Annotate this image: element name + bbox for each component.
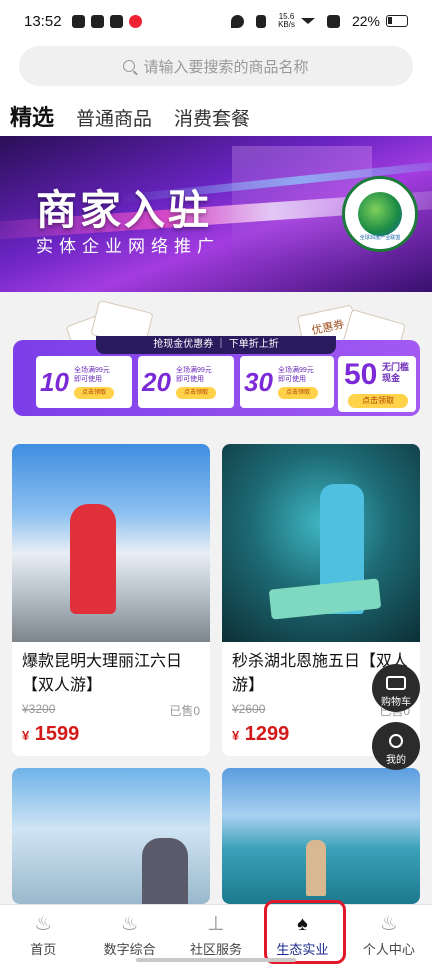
coupon-30[interactable]: 30 全场满99元 即可使用 点击领取 xyxy=(240,356,334,408)
original-price: ¥2600 xyxy=(232,702,266,716)
product-image xyxy=(222,768,420,904)
coupon-20[interactable]: 20 全场满99元 即可使用 点击领取 xyxy=(138,356,234,408)
coupon-10[interactable]: 10 全场满99元 即可使用 点击领取 xyxy=(36,356,132,408)
coupon-50[interactable]: 50 无门槛 现金 点击领取 xyxy=(338,356,416,412)
profile-icon: ♨ xyxy=(379,913,398,935)
coupon-info: 全场满99元 即可使用 点击领取 xyxy=(74,366,114,399)
product-price: ¥ 1599 xyxy=(22,723,80,745)
coupon-amount: 30 xyxy=(244,366,273,397)
nav-community[interactable]: ⊥ 社区服务 xyxy=(173,905,259,964)
coupon-amount: 20 xyxy=(142,366,171,397)
mine-button[interactable]: 我的 xyxy=(372,722,420,770)
cart-button[interactable]: 购物车 xyxy=(372,664,420,712)
search-icon xyxy=(123,60,136,72)
nav-home[interactable]: ♨ 首页 xyxy=(0,905,86,964)
banner-title: 商家入驻 xyxy=(36,187,212,233)
tab-featured[interactable]: 精选 xyxy=(10,100,54,132)
coupon-info: 无门槛 现金 xyxy=(382,362,410,383)
battery-percent: 22% xyxy=(351,13,380,29)
coupon-amount: 50 xyxy=(344,358,378,391)
badge-label: 全球30度产业联盟 xyxy=(359,235,401,241)
product-image-figure xyxy=(142,838,188,904)
link-icon xyxy=(109,14,123,28)
coupon-info: 全场满99元 即可使用 点击领取 xyxy=(278,366,318,399)
globe-icon xyxy=(358,192,402,236)
wifi-icon xyxy=(300,18,315,24)
claim-coupon-button[interactable]: 点击领取 xyxy=(176,386,216,399)
coupon-info: 全场满99元 即可使用 点击领取 xyxy=(176,366,216,399)
coupon-amount: 10 xyxy=(40,366,69,397)
person-icon xyxy=(389,734,403,748)
location-icon xyxy=(231,14,245,28)
net-speed: 15.6 KB/s xyxy=(278,12,295,29)
alliance-logo: 全球30度产业联盟 xyxy=(342,176,418,252)
tab-packages[interactable]: 消费套餐 xyxy=(174,104,250,131)
product-title: 爆款昆明大理丽江六日【双人游】 xyxy=(22,653,183,694)
banner-subtitle: 实体企业网络推广 xyxy=(36,237,220,256)
home-icon: ♨ xyxy=(34,913,53,935)
nav-profile[interactable]: ♨ 个人中心 xyxy=(346,905,432,964)
claim-coupon-button[interactable]: 点击领取 xyxy=(278,386,318,399)
product-image xyxy=(12,768,210,904)
battery-icon xyxy=(386,15,408,27)
community-icon: ⊥ xyxy=(207,913,225,935)
weibo-icon xyxy=(128,14,142,28)
product-image xyxy=(222,444,420,642)
tiktok-icon xyxy=(71,14,85,28)
product-image-raft xyxy=(268,578,382,620)
cart-icon xyxy=(386,676,406,690)
digital-icon: ♨ xyxy=(120,913,139,935)
category-tabs: 精选 普通商品 消费套餐 xyxy=(10,100,250,132)
search-placeholder: 请输入要搜索的商品名称 xyxy=(143,58,309,76)
search-input[interactable]: 请输入要搜索的商品名称 xyxy=(19,46,413,86)
product-image-figure xyxy=(70,504,116,614)
sold-count: 已售0 xyxy=(169,704,200,718)
tab-regular-goods[interactable]: 普通商品 xyxy=(76,104,152,131)
mail-icon xyxy=(90,14,104,28)
bottom-nav: ♨ 首页 ♨ 数字综合 ⊥ 社区服务 ♠ 生态实业 ♨ 个人中心 xyxy=(0,904,432,964)
product-meta: ¥3200 已售0 xyxy=(22,702,200,719)
claim-coupon-button[interactable]: 点击领取 xyxy=(348,394,408,408)
product-image-figure xyxy=(306,840,326,896)
product-card[interactable] xyxy=(12,768,210,904)
no-sim-icon xyxy=(326,14,340,28)
coupon-header: 抢现金优惠券 ｜ 下单折上折 xyxy=(96,336,336,354)
nav-highlight-box xyxy=(264,900,346,964)
product-image xyxy=(12,444,210,642)
status-time: 13:52 xyxy=(24,12,62,30)
status-bar: 13:52 15.6 KB/s 22% xyxy=(0,0,432,42)
nav-digital[interactable]: ♨ 数字综合 xyxy=(86,905,172,964)
product-card[interactable] xyxy=(222,768,420,904)
gesture-bar xyxy=(136,958,296,962)
original-price: ¥3200 xyxy=(22,702,56,716)
claim-coupon-button[interactable]: 点击领取 xyxy=(74,386,114,399)
vibrate-icon xyxy=(256,14,267,28)
product-card[interactable]: 爆款昆明大理丽江六日【双人游】 ¥3200 已售0 ¥ 1599 xyxy=(12,444,210,756)
